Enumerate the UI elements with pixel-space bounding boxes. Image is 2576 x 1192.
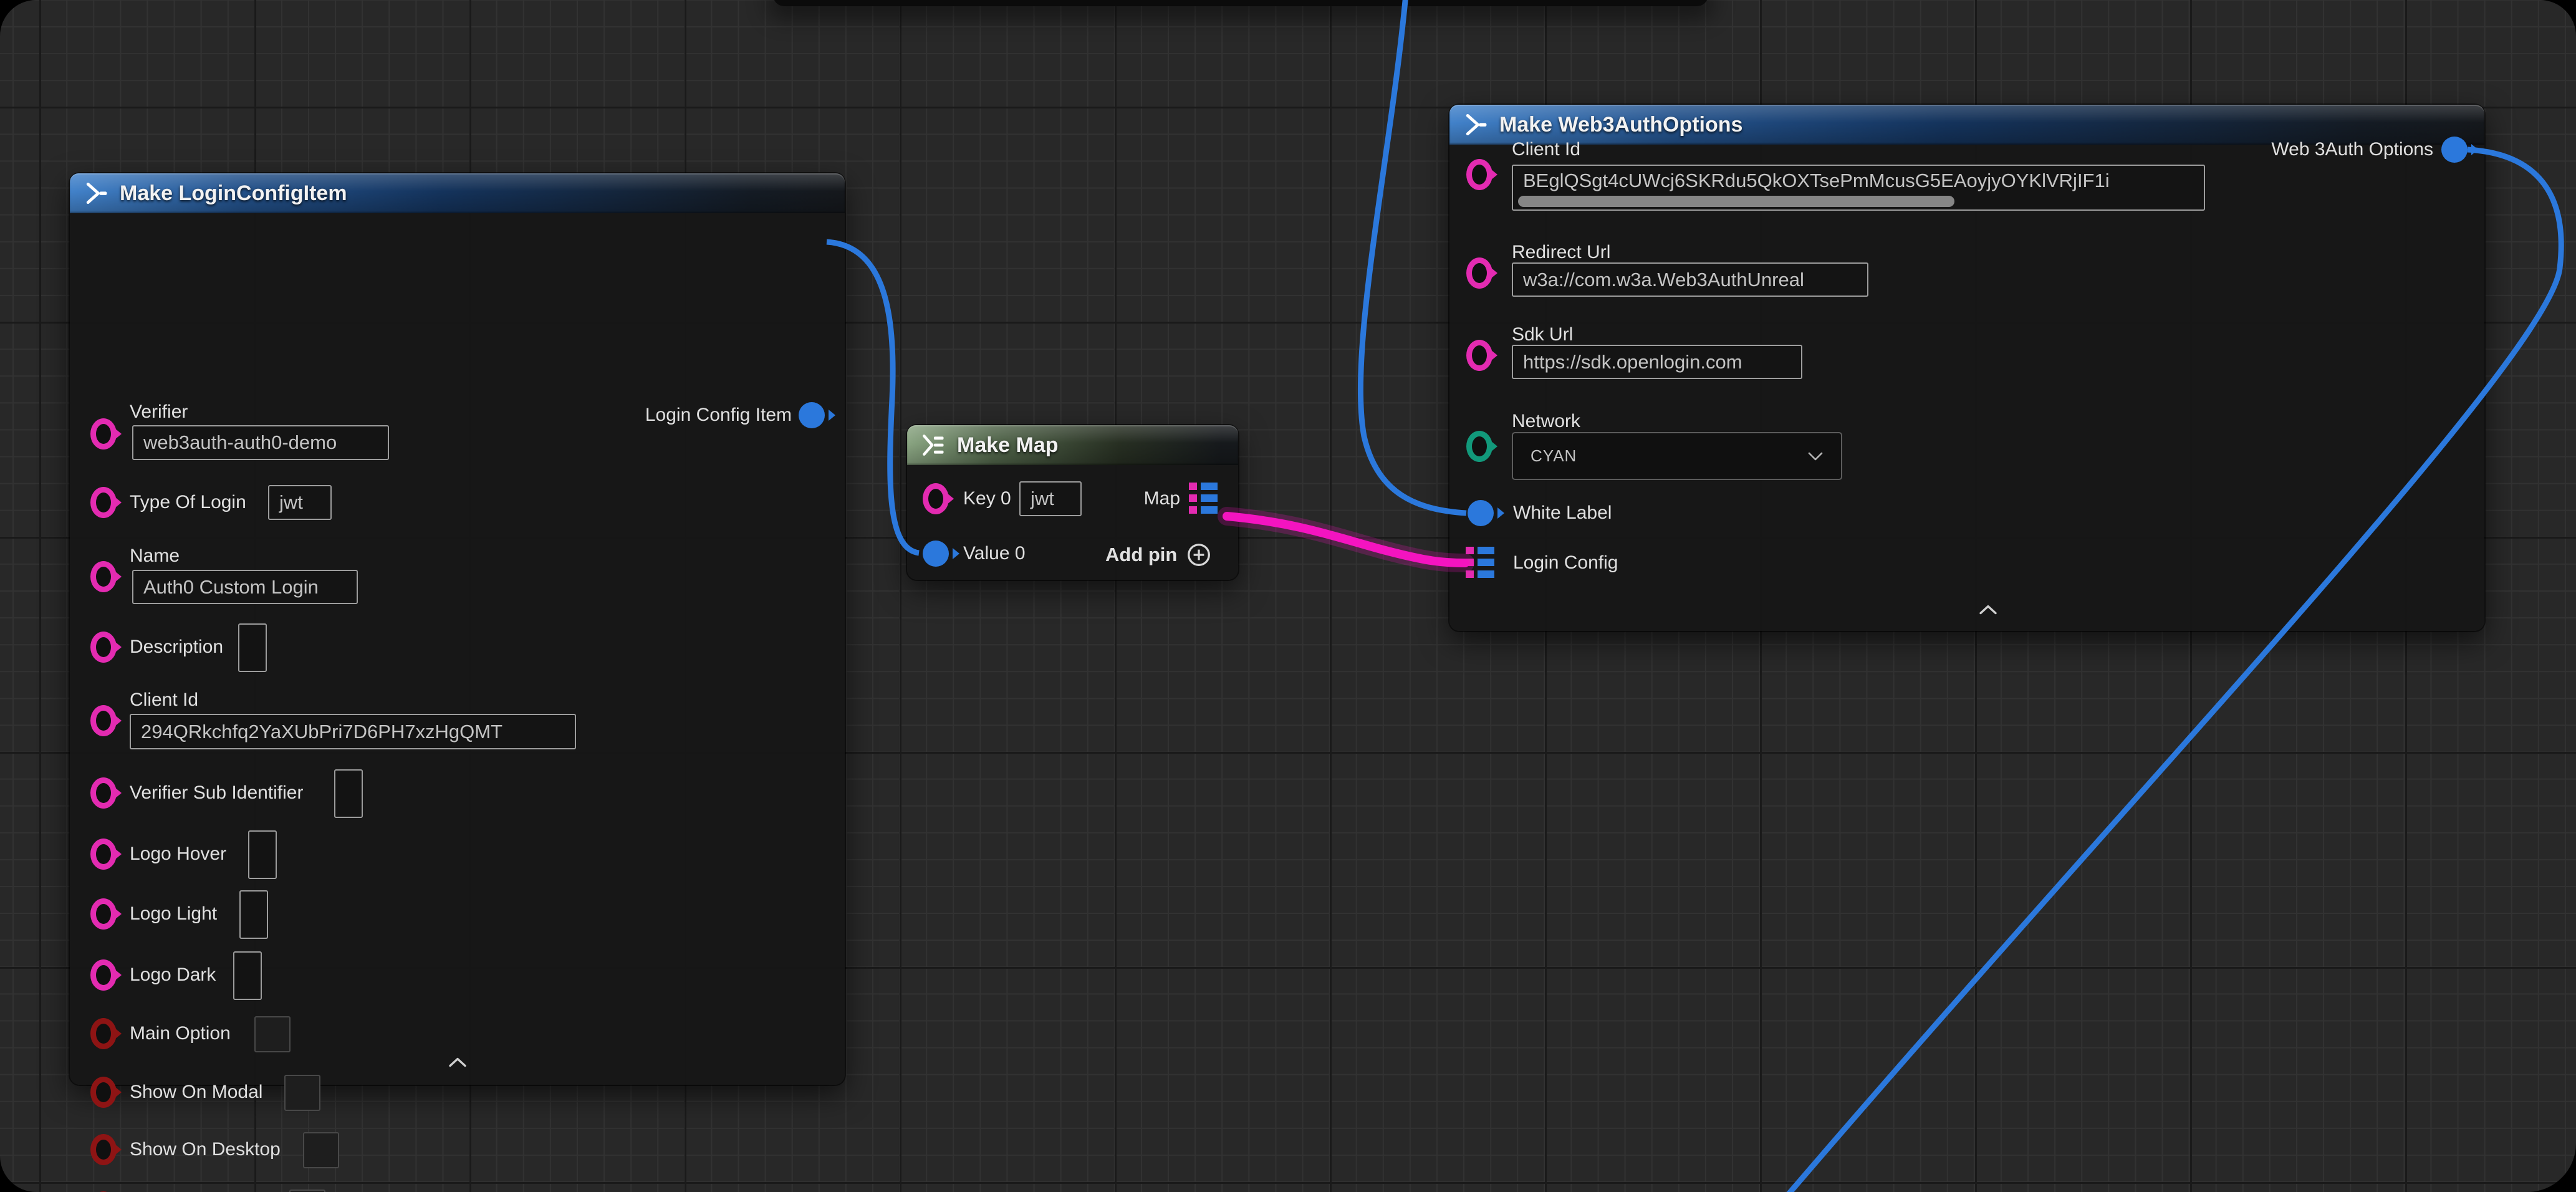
- pin-network[interactable]: [1466, 431, 1492, 462]
- pin-client-id[interactable]: [1466, 159, 1492, 190]
- pin-label-verifier: Verifier: [130, 401, 188, 423]
- pin-show-on-desktop[interactable]: [90, 1134, 117, 1165]
- pin-name[interactable]: [90, 561, 117, 592]
- pin-label-login-config-item: Login Config Item: [645, 405, 792, 426]
- pin-label-map: Map: [1144, 488, 1180, 509]
- pin-login-config[interactable]: [1466, 547, 1494, 578]
- pin-label-network: Network: [1512, 411, 1580, 432]
- node-header[interactable]: Make LoginConfigItem: [70, 173, 845, 213]
- pin-label-redirect-url: Redirect Url: [1512, 242, 1610, 263]
- pin-label-show-on-desktop: Show On Desktop: [130, 1139, 281, 1160]
- pin-label-sdk-url: Sdk Url: [1512, 324, 1573, 345]
- verifier-input[interactable]: web3auth-auth0-demo: [132, 425, 389, 460]
- show-on-mobile-checkbox[interactable]: [289, 1190, 325, 1192]
- name-input[interactable]: Auth0 Custom Login: [132, 570, 358, 604]
- pin-label-client-id: Client Id: [130, 690, 198, 711]
- pin-label-verifier-sub-identifier: Verifier Sub Identifier: [130, 782, 303, 804]
- pin-logo-light[interactable]: [90, 898, 117, 930]
- pin-type-of-login[interactable]: [90, 487, 117, 518]
- show-on-modal-checkbox[interactable]: [284, 1075, 320, 1111]
- pin-label-key-0: Key 0: [963, 488, 1011, 509]
- network-selected-value: CYAN: [1531, 446, 1577, 466]
- key-0-input[interactable]: jwt: [1019, 481, 1082, 516]
- pin-main-option[interactable]: [90, 1018, 117, 1049]
- pin-key-0[interactable]: [923, 483, 949, 514]
- pin-show-on-modal[interactable]: [90, 1077, 117, 1108]
- wire-map-to-loginconfig-glow: [1227, 516, 1465, 563]
- make-map-icon: [920, 431, 947, 459]
- pin-label-login-config: Login Config: [1513, 552, 1618, 574]
- pin-label-main-option: Main Option: [130, 1023, 231, 1044]
- node-title: Make LoginConfigItem: [120, 181, 347, 206]
- pin-verifier[interactable]: [90, 418, 117, 449]
- pin-verifier-sub-identifier[interactable]: [90, 777, 117, 809]
- pin-label-description: Description: [130, 637, 223, 658]
- pin-label-logo-hover: Logo Hover: [130, 844, 226, 865]
- client-id-input[interactable]: 294QRkchfq2YaXUbPri7D6PH7xzHgQMT: [130, 714, 576, 749]
- logo-light-input[interactable]: [239, 890, 268, 939]
- collapse-advanced-chevron-icon[interactable]: [1979, 604, 1997, 618]
- make-struct-icon: [1462, 111, 1489, 138]
- logo-hover-input[interactable]: [248, 830, 277, 879]
- type-of-login-input[interactable]: jwt: [268, 485, 332, 520]
- pin-label-logo-light: Logo Light: [130, 903, 217, 925]
- pin-label-logo-dark: Logo Dark: [130, 964, 216, 986]
- redirect-url-input[interactable]: w3a://com.w3a.Web3AuthUnreal: [1512, 262, 1868, 297]
- pin-web3auth-options-output[interactable]: [2441, 137, 2468, 163]
- pin-white-label[interactable]: [1468, 500, 1494, 526]
- wire-map-to-loginconfig[interactable]: [1227, 516, 1465, 563]
- pin-label-white-label: White Label: [1513, 502, 1612, 524]
- pin-label-name: Name: [130, 546, 180, 567]
- node-title: Make Web3AuthOptions: [1499, 113, 1742, 137]
- node-title: Make Map: [957, 433, 1059, 458]
- make-struct-icon: [82, 180, 110, 207]
- logo-dark-input[interactable]: [233, 951, 262, 1000]
- add-pin-label: Add pin: [1105, 544, 1177, 566]
- pin-sdk-url[interactable]: [1466, 340, 1492, 371]
- client-id-scrollbar[interactable]: [1518, 196, 1954, 207]
- pin-map-output[interactable]: [1189, 483, 1218, 514]
- show-on-desktop-checkbox[interactable]: [303, 1132, 339, 1168]
- node-make-map[interactable]: Make Map Key 0 jwt Map Value 0 Add pin: [907, 425, 1238, 580]
- sdk-url-input[interactable]: https://sdk.openlogin.com: [1512, 345, 1802, 379]
- pin-label-value-0: Value 0: [963, 543, 1026, 564]
- verifier-sub-identifier-input[interactable]: [334, 769, 363, 818]
- pin-label-show-on-modal: Show On Modal: [130, 1082, 262, 1103]
- chevron-down-icon: [1807, 451, 1824, 461]
- add-pin-plus-icon: [1186, 542, 1212, 568]
- main-option-checkbox[interactable]: [254, 1016, 291, 1052]
- pin-logo-dark[interactable]: [90, 959, 117, 991]
- node-make-web3authoptions[interactable]: Make Web3AuthOptions Web 3Auth Options C…: [1449, 105, 2484, 631]
- description-input[interactable]: [238, 623, 267, 672]
- node-make-loginconfigitem[interactable]: Make LoginConfigItem Login Config Item V…: [70, 173, 845, 1085]
- pin-value-0[interactable]: [923, 541, 949, 567]
- offscreen-node-bottom-edge: [773, 0, 1708, 6]
- blueprint-graph-canvas[interactable]: Make LoginConfigItem Login Config Item V…: [0, 0, 2576, 1192]
- network-dropdown[interactable]: CYAN: [1512, 432, 1842, 480]
- pin-redirect-url[interactable]: [1466, 257, 1492, 289]
- pin-client-id[interactable]: [90, 705, 117, 736]
- pin-label-type-of-login: Type Of Login: [130, 492, 246, 513]
- client-id-value: BEglQSgt4cUWcj6SKRdu5QkOXTsePmMcusG5EAoy…: [1523, 170, 2110, 192]
- add-pin-button[interactable]: Add pin: [1105, 542, 1212, 568]
- pin-login-config-item-output[interactable]: [799, 402, 825, 428]
- pin-label-web3auth-options: Web 3Auth Options: [2271, 139, 2433, 160]
- node-header[interactable]: Make Map: [907, 425, 1238, 465]
- pin-description[interactable]: [90, 632, 117, 663]
- collapse-advanced-chevron-icon[interactable]: [448, 1057, 467, 1071]
- pin-label-client-id: Client Id: [1512, 139, 1580, 160]
- pin-logo-hover[interactable]: [90, 839, 117, 870]
